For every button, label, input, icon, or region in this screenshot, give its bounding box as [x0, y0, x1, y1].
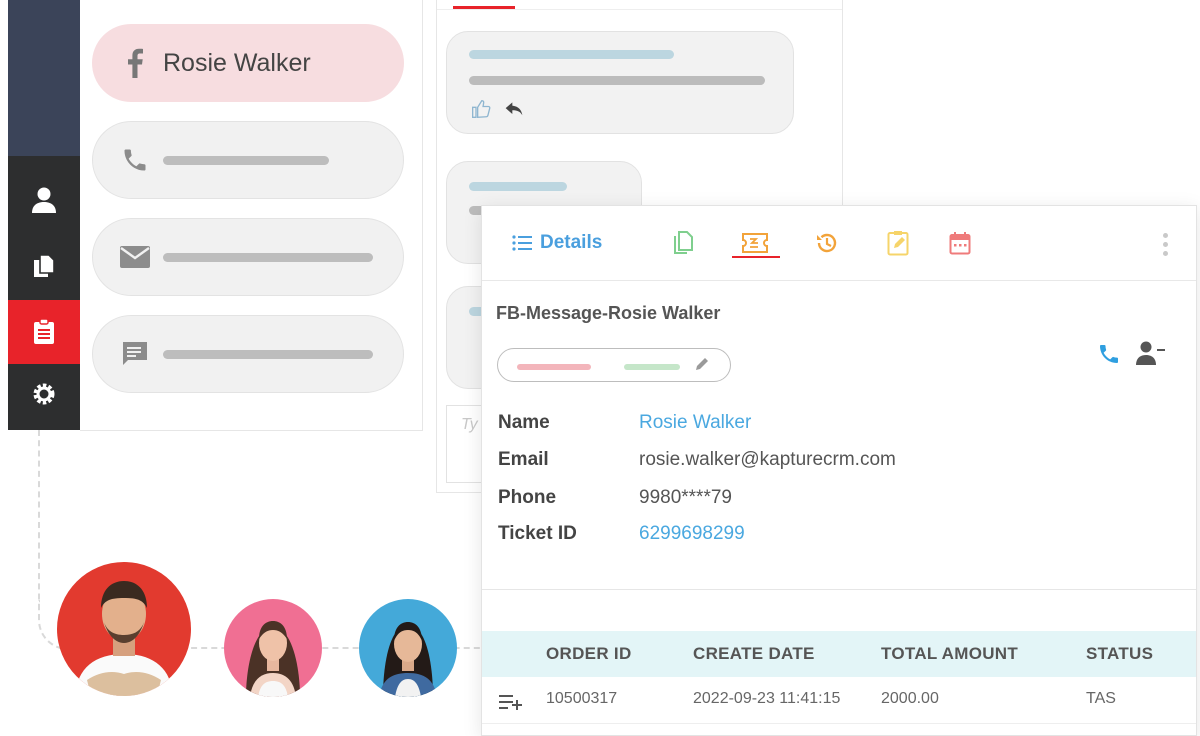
orders-table-header: ORDER ID CREATE DATE TOTAL AMOUNT STATUS — [482, 631, 1196, 677]
clipboard-icon — [34, 319, 54, 344]
phone-channel[interactable] — [92, 121, 404, 199]
tab-active-indicator — [732, 256, 780, 258]
message-line — [469, 182, 567, 191]
customer-phone: 9980****79 — [639, 487, 732, 508]
chat-icon — [123, 342, 147, 365]
woman-avatar-2 — [359, 599, 457, 697]
field-name: Name Rosie Walker — [498, 408, 751, 438]
history-icon — [817, 233, 837, 253]
facebook-icon — [128, 48, 143, 78]
table-row[interactable]: 10500317 2022-09-23 11:41:15 2000.00 TAS — [482, 677, 1196, 724]
tab-details[interactable]: Details — [512, 224, 602, 262]
sidebar-item-documents[interactable] — [8, 234, 80, 298]
remove-user-icon[interactable] — [1136, 340, 1166, 366]
facebook-contact[interactable]: Rosie Walker — [92, 24, 404, 102]
tab-copy[interactable] — [672, 224, 694, 262]
contact-card: Rosie Walker — [80, 0, 423, 431]
pencil-icon[interactable] — [694, 356, 710, 372]
tab-details-label: Details — [540, 232, 603, 253]
chat-tab-divider — [437, 9, 842, 10]
field-label: Email — [498, 449, 549, 470]
sidebar-item-tickets[interactable] — [8, 300, 80, 364]
chat-input-placeholder: Ty — [461, 416, 478, 433]
field-email: Email rosie.walker@kapturecrm.com — [498, 445, 896, 475]
column-header-total-amount: TOTAL AMOUNT — [881, 644, 1019, 663]
app-sidebar — [8, 0, 80, 430]
chat-placeholder-bar — [163, 349, 373, 359]
email-channel[interactable] — [92, 218, 404, 296]
tab-notes[interactable] — [887, 224, 909, 262]
list-icon — [512, 235, 532, 251]
sidebar-item-contacts[interactable] — [8, 168, 80, 232]
status-cell: TAS — [1086, 690, 1116, 707]
field-label: Phone — [498, 487, 557, 508]
tab-calendar[interactable] — [949, 224, 971, 262]
more-options-icon[interactable] — [1163, 233, 1168, 256]
order-id-cell: 10500317 — [546, 690, 618, 707]
customer-name-link[interactable]: Rosie Walker — [639, 412, 751, 434]
phone-placeholder-bar — [163, 155, 329, 165]
status-placeholder-bar — [624, 364, 680, 370]
chat-channel[interactable] — [92, 315, 404, 393]
section-divider — [482, 589, 1196, 590]
field-label: Name — [498, 412, 550, 433]
copy-icon — [674, 231, 693, 254]
tab-history[interactable] — [815, 224, 839, 262]
column-header-create-date: CREATE DATE — [693, 644, 815, 663]
call-icon[interactable] — [1097, 342, 1121, 366]
total-amount-cell: 2000.00 — [881, 690, 939, 707]
woman-avatar-1 — [224, 599, 322, 697]
sidebar-header — [8, 0, 80, 156]
column-header-order-id: ORDER ID — [546, 644, 632, 663]
customer-email: rosie.walker@kapturecrm.com — [639, 449, 896, 470]
settings-icon — [33, 383, 55, 405]
phone-icon — [124, 149, 146, 171]
mail-icon — [120, 246, 150, 268]
calendar-icon — [949, 232, 971, 255]
field-phone: Phone 9980****79 — [498, 483, 732, 513]
chat-message-bubble — [446, 31, 794, 134]
message-line — [469, 76, 765, 85]
column-header-status: STATUS — [1086, 644, 1154, 663]
reply-icon[interactable] — [504, 100, 524, 118]
email-placeholder-bar — [163, 252, 373, 262]
like-icon[interactable] — [471, 99, 491, 119]
field-label: Ticket ID — [498, 523, 577, 544]
details-tab-bar: Details — [482, 206, 1196, 281]
status-placeholder-bar — [517, 364, 591, 370]
connector-line — [38, 430, 40, 620]
expand-row-icon[interactable] — [499, 694, 523, 710]
ticket-id-link[interactable]: 6299698299 — [639, 523, 745, 545]
ticket-details-panel: Details FB-Message-Rosie Walker Name Ros… — [481, 205, 1197, 736]
create-date-cell: 2022-09-23 11:41:15 — [693, 690, 841, 707]
ticket-icon — [742, 233, 768, 253]
clipboard-edit-icon — [887, 231, 909, 256]
ticket-title: FB-Message-Rosie Walker — [496, 303, 721, 323]
message-line — [469, 50, 674, 59]
ticket-status-pill[interactable] — [497, 348, 731, 382]
man-avatar — [57, 562, 191, 696]
documents-icon — [34, 254, 55, 277]
field-ticket-id: Ticket ID 6299698299 — [498, 519, 745, 549]
facebook-contact-name: Rosie Walker — [163, 48, 311, 77]
user-icon — [32, 187, 56, 213]
sidebar-item-settings[interactable] — [8, 362, 80, 426]
